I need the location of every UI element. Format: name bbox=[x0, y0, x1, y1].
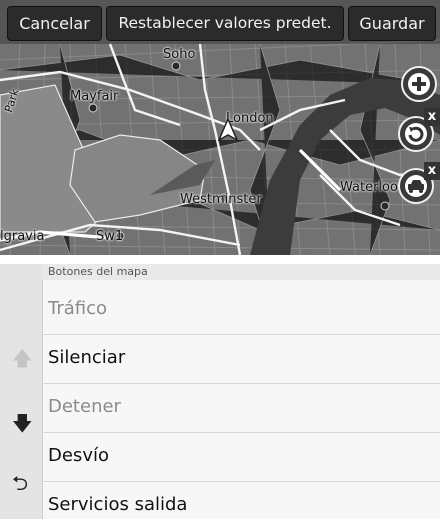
list-item-label: Desvío bbox=[48, 445, 109, 466]
remove-badge[interactable]: x bbox=[424, 162, 440, 180]
map-label-waterloo: Waterloo bbox=[340, 180, 398, 195]
zoom-in-button[interactable] bbox=[401, 66, 437, 102]
zoom-in-icon bbox=[408, 73, 430, 95]
list-item-label: Silenciar bbox=[48, 347, 126, 368]
list-item-desvio[interactable]: Desvío bbox=[42, 433, 440, 482]
back-icon[interactable]: ⮌ bbox=[12, 469, 28, 503]
save-button[interactable]: Guardar bbox=[349, 7, 435, 40]
list-header: Botones del mapa bbox=[42, 264, 440, 280]
map-view[interactable]: Soho Mayfair Park London Westminster Wat… bbox=[0, 0, 440, 255]
cancel-button[interactable]: Cancelar bbox=[8, 7, 101, 40]
map-label-sw1: Sw1 bbox=[96, 229, 124, 244]
map-label-belgravia: lgravia bbox=[0, 229, 45, 244]
map-label-westminster: Westminster bbox=[180, 192, 262, 207]
list-item-trafico[interactable]: Tráfico bbox=[42, 286, 440, 335]
list-item-label: Tráfico bbox=[48, 298, 108, 319]
remove-badge[interactable]: x bbox=[424, 108, 440, 126]
map-label-mayfair: Mayfair bbox=[70, 89, 119, 104]
list-item-servicios-salida[interactable]: Servicios salida bbox=[42, 482, 440, 519]
list-item-label: Servicios salida bbox=[48, 494, 188, 515]
arrow-down-icon[interactable]: 🡇 bbox=[12, 409, 33, 443]
scroll-rail: 🡅 🡇 ⮌ bbox=[0, 264, 43, 519]
map-label-soho: Soho bbox=[163, 47, 196, 62]
map-buttons-list-panel: 🡅 🡇 ⮌ Botones del mapa Tráfico Silenciar… bbox=[0, 264, 440, 519]
list-item-detener[interactable]: Detener bbox=[42, 384, 440, 433]
action-bar: Cancelar Restablecer valores predet. Gua… bbox=[0, 0, 440, 44]
close-icon: x bbox=[427, 109, 437, 124]
vehicle-position-icon bbox=[218, 118, 238, 142]
close-icon: x bbox=[427, 163, 437, 178]
reset-defaults-button[interactable]: Restablecer valores predet. bbox=[107, 7, 343, 40]
list-item-label: Detener bbox=[48, 396, 121, 417]
list-item-silenciar[interactable]: Silenciar bbox=[42, 335, 440, 384]
arrow-up-icon[interactable]: 🡅 bbox=[12, 344, 33, 378]
